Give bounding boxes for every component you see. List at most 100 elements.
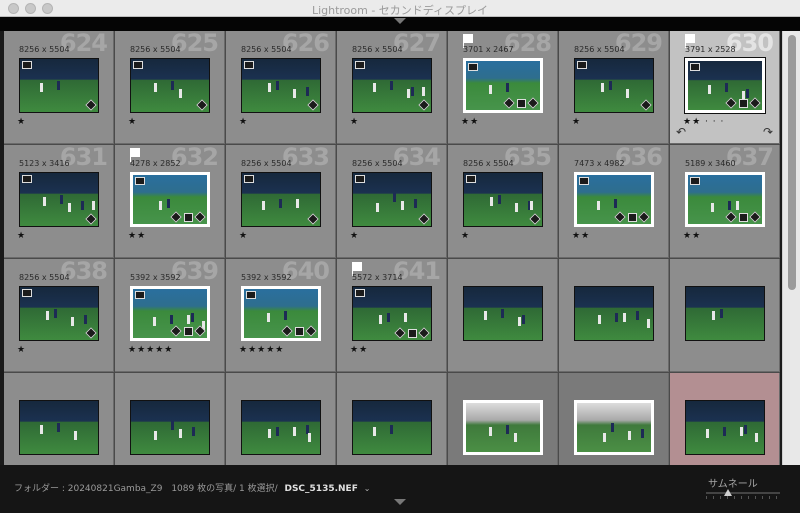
photo-cell[interactable]: 632 4278 x 2852 ★★ bbox=[115, 145, 225, 258]
photo-thumbnail[interactable] bbox=[352, 58, 432, 113]
photo-thumbnail[interactable] bbox=[19, 286, 99, 341]
photo-thumbnail[interactable] bbox=[574, 172, 654, 227]
photo-cell[interactable]: 631 5123 x 3416 ★ bbox=[4, 145, 114, 258]
photo-dimensions: 8256 x 5504 bbox=[19, 45, 70, 54]
photo-thumbnail[interactable] bbox=[685, 286, 765, 341]
photo-cell[interactable]: 635 8256 x 5504 ★ bbox=[448, 145, 558, 258]
pick-flag-icon[interactable] bbox=[352, 262, 362, 276]
photo-cell[interactable]: 628 3701 x 2467 ★★ bbox=[448, 31, 558, 144]
star-rating[interactable]: ★★ bbox=[683, 231, 701, 241]
star-rating[interactable]: ★★ bbox=[128, 231, 146, 241]
star-rating[interactable]: ★ bbox=[572, 117, 581, 127]
photo-thumbnail[interactable] bbox=[241, 400, 321, 455]
photo-thumbnail[interactable] bbox=[130, 400, 210, 455]
photo-thumbnail[interactable] bbox=[130, 58, 210, 113]
pick-flag-icon[interactable] bbox=[463, 34, 473, 48]
photo-thumbnail[interactable] bbox=[352, 172, 432, 227]
photo-thumbnail[interactable] bbox=[130, 286, 210, 341]
star-rating[interactable]: ★ bbox=[350, 117, 359, 127]
star-rating[interactable]: ★★ bbox=[572, 231, 590, 241]
photo-thumbnail[interactable] bbox=[463, 286, 543, 341]
photo-thumbnail[interactable] bbox=[574, 400, 654, 455]
star-rating[interactable]: ★ bbox=[239, 231, 248, 241]
photo-thumbnail[interactable] bbox=[241, 58, 321, 113]
grid-scrollbar[interactable] bbox=[782, 31, 800, 465]
photo-thumbnail[interactable] bbox=[352, 286, 432, 341]
star-rating[interactable]: ★★★★★ bbox=[239, 345, 284, 355]
player-figure bbox=[84, 315, 87, 324]
photo-thumbnail[interactable] bbox=[19, 400, 99, 455]
player-figure bbox=[268, 429, 271, 438]
slider-knob[interactable] bbox=[724, 489, 732, 496]
star-rating[interactable]: ★★ bbox=[461, 117, 479, 127]
photo-thumbnail[interactable] bbox=[19, 172, 99, 227]
photo-thumbnail[interactable] bbox=[463, 172, 543, 227]
photo-cell[interactable]: 630 3791 x 2528 ★★ · · · ↶ ↷ bbox=[670, 31, 780, 144]
photo-thumbnail[interactable] bbox=[241, 172, 321, 227]
photo-cell[interactable] bbox=[337, 373, 447, 465]
pick-flag-icon[interactable] bbox=[130, 148, 140, 162]
photo-thumbnail[interactable] bbox=[19, 58, 99, 113]
photo-thumbnail[interactable] bbox=[463, 58, 543, 113]
player-figure bbox=[71, 317, 74, 326]
photo-cell[interactable]: 624 8256 x 5504 ★ bbox=[4, 31, 114, 144]
scroll-thumb[interactable] bbox=[788, 35, 796, 290]
photo-thumbnail[interactable] bbox=[685, 172, 765, 227]
photo-cell[interactable] bbox=[448, 259, 558, 372]
photo-cell[interactable] bbox=[115, 373, 225, 465]
pick-flag-icon[interactable] bbox=[685, 34, 695, 48]
player-figure bbox=[306, 87, 309, 96]
photo-thumbnail[interactable] bbox=[352, 400, 432, 455]
photo-cell[interactable]: 629 8256 x 5504 ★ bbox=[559, 31, 669, 144]
photo-cell[interactable]: 634 8256 x 5504 ★ bbox=[337, 145, 447, 258]
photo-cell[interactable] bbox=[4, 373, 114, 465]
photo-cell[interactable] bbox=[670, 259, 780, 372]
star-rating[interactable]: ★★ · · · bbox=[683, 117, 724, 127]
star-rating[interactable]: ★ bbox=[461, 231, 470, 241]
star-rating[interactable]: ★ bbox=[17, 117, 26, 127]
rotate-left-icon[interactable]: ↶ bbox=[676, 125, 686, 139]
photo-cell[interactable] bbox=[448, 373, 558, 465]
star-rating[interactable]: ★ bbox=[17, 231, 26, 241]
player-figure bbox=[92, 201, 95, 210]
star-rating[interactable]: ★★★★★ bbox=[128, 345, 173, 355]
photo-cell[interactable] bbox=[559, 373, 669, 465]
rotate-right-icon[interactable]: ↷ bbox=[763, 125, 773, 139]
star-rating[interactable]: ★ bbox=[239, 117, 248, 127]
photo-cell[interactable]: 626 8256 x 5504 ★ bbox=[226, 31, 336, 144]
player-figure bbox=[57, 81, 60, 90]
photo-cell[interactable] bbox=[559, 259, 669, 372]
photo-cell[interactable]: 639 5392 x 3592 ★★★★★ bbox=[115, 259, 225, 372]
photo-thumbnail[interactable] bbox=[241, 286, 321, 341]
bottom-panel-toggle-icon[interactable] bbox=[394, 499, 406, 505]
thumbnail-size-slider[interactable] bbox=[706, 489, 780, 496]
photo-thumbnail[interactable] bbox=[463, 400, 543, 455]
photo-cell[interactable]: 638 8256 x 5504 ★ bbox=[4, 259, 114, 372]
photo-cell[interactable] bbox=[226, 373, 336, 465]
photo-thumbnail[interactable] bbox=[685, 58, 765, 113]
player-figure bbox=[641, 429, 644, 438]
top-panel-toggle-icon[interactable] bbox=[394, 18, 406, 24]
photo-cell[interactable]: 625 8256 x 5504 ★ bbox=[115, 31, 225, 144]
star-rating[interactable]: ★ bbox=[350, 231, 359, 241]
photo-thumbnail[interactable] bbox=[685, 400, 765, 455]
filename-dropdown-icon[interactable]: ⌄ bbox=[364, 484, 371, 493]
star-rating[interactable]: ★★ bbox=[350, 345, 368, 355]
star-rating[interactable]: ★ bbox=[128, 117, 137, 127]
photo-cell[interactable]: 627 8256 x 5504 ★ bbox=[337, 31, 447, 144]
photo-cell[interactable]: 641 5572 x 3714 ★★ bbox=[337, 259, 447, 372]
photo-cell[interactable]: 633 8256 x 5504 ★ bbox=[226, 145, 336, 258]
photo-thumbnail[interactable] bbox=[574, 58, 654, 113]
photo-cell[interactable]: 636 7473 x 4982 ★★ bbox=[559, 145, 669, 258]
star-rating[interactable]: ★ bbox=[17, 345, 26, 355]
player-figure bbox=[296, 199, 299, 208]
photo-thumbnail[interactable] bbox=[574, 286, 654, 341]
virtual-copy-icon bbox=[135, 291, 145, 299]
selected-filename[interactable]: DSC_5135.NEF bbox=[284, 484, 357, 494]
photo-dimensions: 5123 x 3416 bbox=[19, 159, 70, 168]
photo-cell[interactable] bbox=[670, 373, 780, 465]
player-figure bbox=[530, 201, 533, 210]
photo-cell[interactable]: 637 5189 x 3460 ★★ bbox=[670, 145, 780, 258]
photo-cell[interactable]: 640 5392 x 3592 ★★★★★ bbox=[226, 259, 336, 372]
photo-thumbnail[interactable] bbox=[130, 172, 210, 227]
